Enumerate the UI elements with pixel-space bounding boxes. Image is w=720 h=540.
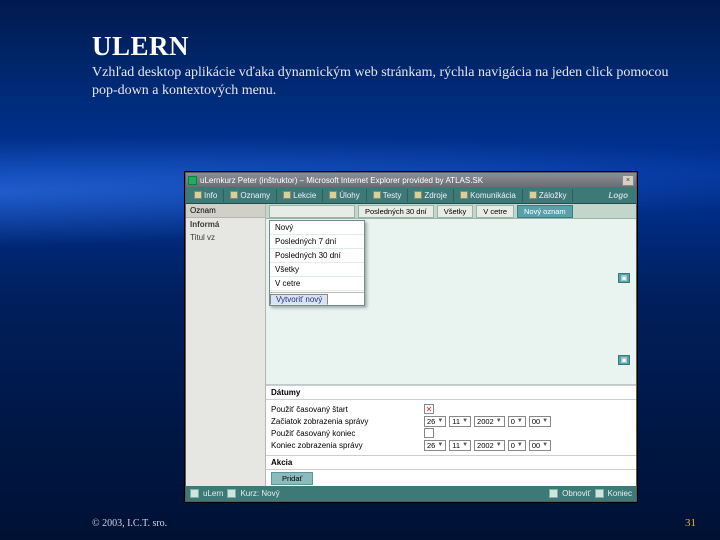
- start-month-select[interactable]: 11▼: [449, 416, 471, 427]
- status-course: Kurz: Nový: [240, 489, 279, 498]
- home-icon[interactable]: [190, 489, 199, 498]
- end-hour-select[interactable]: 0▼: [508, 440, 526, 451]
- action-row: Pridať: [266, 470, 636, 486]
- row-timed-start: Použiť časovaný štart ✕: [271, 404, 631, 414]
- dropdown-item-last30[interactable]: Posledných 30 dní: [270, 249, 364, 263]
- label-timed-end: Použiť časovaný koniec: [271, 429, 421, 438]
- dropdown-item-new[interactable]: Nový: [270, 221, 364, 235]
- tab-label: Komunikácia: [470, 191, 516, 200]
- tab-label: Oznamy: [240, 191, 270, 200]
- row-start-date: Začiatok zobrazenia správy 26▼ 11▼ 2002▼…: [271, 416, 631, 427]
- dates-header: Dátumy: [266, 385, 636, 400]
- end-year-select[interactable]: 2002▼: [474, 440, 505, 451]
- submit-button[interactable]: Pridať: [271, 472, 313, 485]
- end-min-select[interactable]: 00▼: [529, 440, 551, 451]
- slide-title: ULERN: [92, 31, 189, 62]
- dropdown-item-create-new[interactable]: Vytvoriť nový: [270, 294, 328, 305]
- filter-dropdown: Nový Posledných 7 dní Posledných 30 dní …: [269, 220, 365, 306]
- filter-last30[interactable]: Posledných 30 dní: [358, 205, 434, 218]
- start-year-select[interactable]: 2002▼: [474, 416, 505, 427]
- tab-oznamy[interactable]: Oznamy: [224, 189, 277, 202]
- main-tabbar: Info Oznamy Lekcie Úlohy Testy Zdroje Ko…: [186, 187, 636, 204]
- test-icon: [373, 191, 381, 199]
- tab-info[interactable]: Info: [188, 189, 224, 202]
- status-refresh[interactable]: Obnoviť: [562, 489, 590, 498]
- tab-lekcie[interactable]: Lekcie: [277, 189, 323, 202]
- window-titlebar: uLernkurz Peter (inštruktor) – Microsoft…: [186, 173, 636, 187]
- tab-zdroje[interactable]: Zdroje: [408, 189, 454, 202]
- tab-label: Záložky: [539, 191, 567, 200]
- checkbox-timed-start[interactable]: ✕: [424, 404, 434, 414]
- filter-dropdown-trigger[interactable]: Nový Posledných 7 dní Posledných 30 dní …: [269, 205, 355, 218]
- end-day-select[interactable]: 26▼: [424, 440, 446, 451]
- lesson-icon: [283, 191, 291, 199]
- info-icon: [194, 191, 202, 199]
- expand-icon[interactable]: ▣: [618, 355, 630, 365]
- comm-icon: [460, 191, 468, 199]
- start-min-select[interactable]: 00▼: [529, 416, 551, 427]
- start-day-select[interactable]: 26▼: [424, 416, 446, 427]
- status-app: uLern: [203, 489, 223, 498]
- filter-vcetre[interactable]: V cetre: [476, 205, 514, 218]
- main-panel: Nový Posledných 7 dní Posledných 30 dní …: [266, 204, 636, 486]
- end-month-select[interactable]: 11▼: [449, 440, 471, 451]
- tab-label: Testy: [383, 191, 402, 200]
- exit-icon[interactable]: [595, 489, 604, 498]
- tab-komunikacia[interactable]: Komunikácia: [454, 189, 523, 202]
- announce-icon: [230, 191, 238, 199]
- source-icon: [414, 191, 422, 199]
- sidebar: Oznam Informá Titul vz: [186, 204, 266, 486]
- tab-label: Úlohy: [339, 191, 359, 200]
- row-end-date: Koniec zobrazenia správy 26▼ 11▼ 2002▼ 0…: [271, 440, 631, 451]
- label-start-date: Začiatok zobrazenia správy: [271, 417, 421, 426]
- tab-zalozky[interactable]: Záložky: [523, 189, 574, 202]
- footer-copyright: © 2003, I.C.T. sro.: [92, 518, 167, 529]
- new-announcement-button[interactable]: Nový oznam: [517, 205, 573, 218]
- checkbox-timed-end[interactable]: [424, 428, 434, 438]
- tab-label: Zdroje: [424, 191, 447, 200]
- filter-all[interactable]: Všetky: [437, 205, 474, 218]
- start-hour-select[interactable]: 0▼: [508, 416, 526, 427]
- browser-window: uLernkurz Peter (inštruktor) – Microsoft…: [185, 172, 637, 502]
- tab-testy[interactable]: Testy: [367, 189, 409, 202]
- dropdown-item-vcetre[interactable]: V cetre: [270, 277, 364, 291]
- tab-label: Lekcie: [293, 191, 316, 200]
- logo: Logo: [602, 189, 634, 202]
- refresh-icon[interactable]: [549, 489, 558, 498]
- dropdown-item-all[interactable]: Všetky: [270, 263, 364, 277]
- footer-page-number: 31: [685, 517, 696, 529]
- expand-icon[interactable]: ▣: [618, 273, 630, 283]
- sidebar-item-titul[interactable]: Titul vz: [186, 231, 265, 244]
- task-icon: [329, 191, 337, 199]
- row-timed-end: Použiť časovaný koniec: [271, 428, 631, 438]
- bookmark-icon: [529, 191, 537, 199]
- statusbar: uLern Kurz: Nový Obnoviť Koniec: [186, 486, 636, 501]
- action-header: Akcia: [266, 455, 636, 470]
- window-close-button[interactable]: ×: [622, 175, 634, 186]
- dropdown-item-last7[interactable]: Posledných 7 dní: [270, 235, 364, 249]
- label-timed-start: Použiť časovaný štart: [271, 405, 421, 414]
- dates-form: Použiť časovaný štart ✕ Začiatok zobraze…: [266, 400, 636, 456]
- sidebar-item-info[interactable]: Informá: [186, 218, 265, 231]
- label-end-date: Koniec zobrazenia správy: [271, 441, 421, 450]
- filter-toolbar: Nový Posledných 7 dní Posledných 30 dní …: [266, 204, 636, 219]
- tab-ulohy[interactable]: Úlohy: [323, 189, 366, 202]
- slide-subtitle: Vzhľad desktop aplikácie vďaka dynamický…: [92, 64, 672, 99]
- window-title: uLernkurz Peter (inštruktor) – Microsoft…: [200, 176, 483, 185]
- tab-label: Info: [204, 191, 217, 200]
- status-exit[interactable]: Koniec: [608, 489, 632, 498]
- book-icon: [227, 489, 236, 498]
- sidebar-header: Oznam: [186, 204, 265, 218]
- app-icon: [188, 176, 197, 185]
